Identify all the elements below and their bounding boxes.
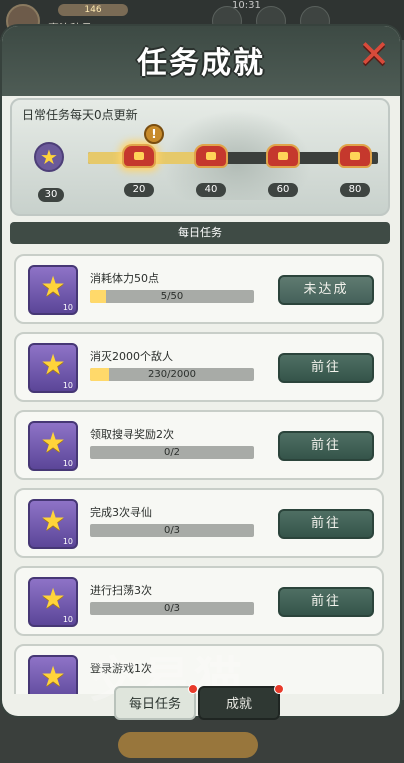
player-level: 146 [58,4,128,16]
task-name: 完成3次寻仙 [90,506,152,519]
task-row: ★ 10 消灭2000个敌人 230/2000 前往 [14,332,384,402]
alert-icon: ! [144,124,164,144]
refresh-hint: 日常任务每天0点更新 [22,108,138,122]
go-button[interactable]: 前往 [278,431,374,461]
milestone-label: 80 [340,183,370,197]
task-row: ★ 10 完成3次寻仙 0/3 前往 [14,488,384,558]
activity-star-icon: ★ [34,142,64,172]
chest-20[interactable] [122,140,156,170]
go-button[interactable]: 前往 [278,353,374,383]
task-name: 消灭2000个敌人 [90,350,173,363]
milestone-label: 60 [268,183,298,197]
task-row: ★ 10 消耗体力50点 5/50 未达成 [14,254,384,324]
chest-40[interactable] [194,140,228,170]
notification-dot [188,684,198,694]
tab-achievements[interactable]: 成就 [198,686,280,720]
go-button[interactable]: 前往 [278,509,374,539]
task-progress-count: 5/50 [160,291,184,302]
tab-daily-tasks[interactable]: 每日任务 [114,686,196,720]
task-panel: 任务成就 ✕ 日常任务每天0点更新 ★ 30 ! 20 40 60 80 每日任… [2,26,400,716]
background-battle-button [118,732,258,758]
go-button[interactable]: 前往 [278,587,374,617]
star-reward-icon: ★10 [28,499,78,549]
current-points: 30 [38,188,64,202]
star-reward-icon: ★10 [28,265,78,315]
task-row: ★ 10 进行扫荡3次 0/3 前往 [14,566,384,636]
task-progress-count: 0/3 [163,603,181,614]
milestone-label: 40 [196,183,226,197]
notification-dot [274,684,284,694]
star-reward-icon: ★10 [28,577,78,627]
star-reward-icon: ★10 [28,343,78,393]
chest-80[interactable] [338,140,372,170]
task-status-button[interactable]: 未达成 [278,275,374,305]
task-progress-count: 230/2000 [148,369,196,380]
task-progress-count: 0/2 [163,447,181,458]
activity-progress: 日常任务每天0点更新 ★ 30 ! 20 40 60 80 [10,98,390,216]
task-row: ★ 10 领取搜寻奖励2次 0/2 前往 [14,410,384,480]
milestone-label: 20 [124,183,154,197]
section-title: 每日任务 [10,222,390,244]
panel-tabs: 每日任务 成就 [0,676,404,726]
task-name: 进行扫荡3次 [90,584,152,597]
panel-title: 任务成就 [137,46,265,81]
chest-60[interactable] [266,140,300,170]
task-progress-count: 0/3 [163,525,181,536]
task-name: 领取搜寻奖励2次 [90,428,174,441]
close-icon[interactable]: ✕ [356,35,392,73]
task-list[interactable]: ★ 10 消耗体力50点 5/50 未达成 ★ 10 消灭2000个敌人 230/2… [2,254,400,694]
star-reward-icon: ★10 [28,421,78,471]
task-name: 消耗体力50点 [90,272,159,285]
